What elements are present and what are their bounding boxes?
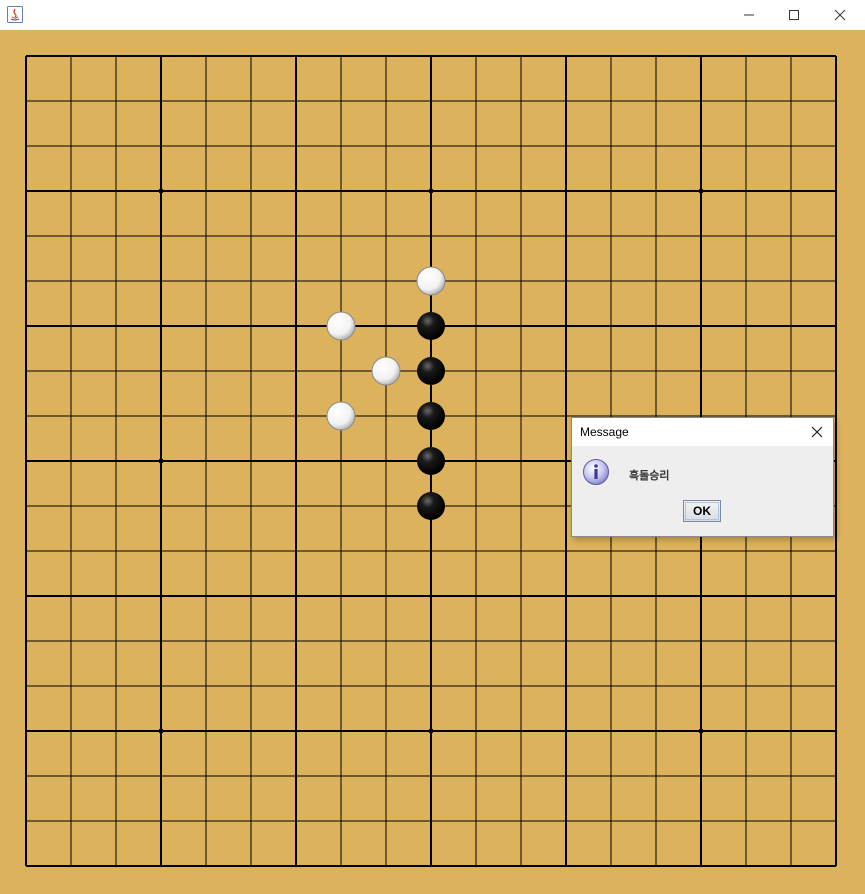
dialog-message: 흑돌승리 (629, 469, 670, 482)
dialog-close-button[interactable] (805, 420, 829, 444)
star-point (158, 458, 164, 464)
ok-button[interactable]: OK (683, 500, 721, 522)
black-stone (417, 492, 445, 520)
white-stone (371, 356, 401, 386)
black-stone (417, 357, 445, 385)
dialog-title: Message (580, 425, 629, 439)
star-point (428, 188, 434, 194)
message-dialog: Message 흑돌승리 OK (571, 417, 834, 537)
star-point (698, 728, 704, 734)
white-stone (326, 401, 356, 431)
information-icon (582, 458, 610, 486)
close-icon (811, 426, 823, 438)
star-point (698, 188, 704, 194)
black-stone (417, 312, 445, 340)
black-stone (417, 402, 445, 430)
dialog-titlebar: Message (572, 418, 833, 446)
star-point (428, 728, 434, 734)
black-stone (417, 447, 445, 475)
star-point (158, 188, 164, 194)
white-stone (326, 311, 356, 341)
star-point (158, 728, 164, 734)
white-stone (416, 266, 446, 296)
